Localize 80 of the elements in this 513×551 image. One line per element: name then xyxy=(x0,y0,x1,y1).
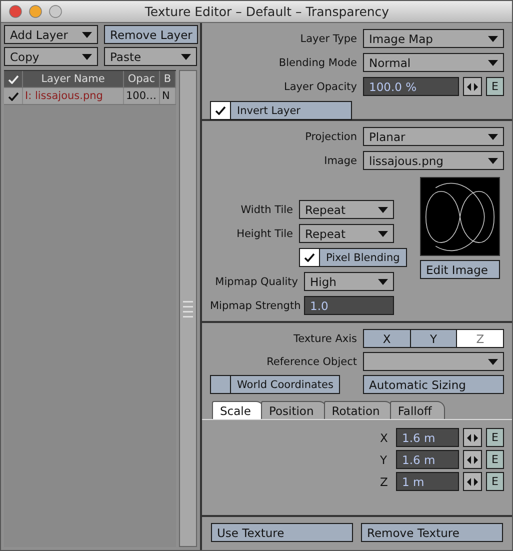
dropdown-arrow-icon xyxy=(488,134,498,140)
envelope-button[interactable]: E xyxy=(486,77,504,96)
axis-toggle[interactable]: X xyxy=(364,330,411,347)
field-label: Texture Axis xyxy=(292,332,357,344)
value-field[interactable]: 1.6 m xyxy=(396,428,459,447)
envelope-button[interactable]: E xyxy=(486,428,504,447)
field-label: Mipmap Strength xyxy=(210,300,298,312)
field-label: Projection xyxy=(304,130,357,142)
dropdown-field[interactable]: Repeat xyxy=(299,224,394,243)
axis-toggle[interactable]: Z xyxy=(457,330,504,347)
footer-button[interactable]: Remove Texture xyxy=(361,523,503,542)
value-field[interactable]: 1.6 m xyxy=(396,450,459,469)
dropdown-arrow-icon xyxy=(488,358,498,364)
field-label: Image xyxy=(323,154,357,166)
dropdown-arrow-icon xyxy=(488,60,498,66)
axis-toggle[interactable]: Y xyxy=(410,330,458,347)
value-field[interactable]: 100.0 % xyxy=(363,77,459,96)
dropdown-field[interactable]: lissajous.png xyxy=(363,151,504,170)
dropdown-arrow-icon xyxy=(82,32,92,38)
field-label: Mipmap Quality xyxy=(214,276,298,288)
field-label: Width Tile xyxy=(240,204,293,216)
axis-label: Y xyxy=(380,452,388,466)
close-button[interactable] xyxy=(9,5,22,18)
checkbox-button[interactable]: Pixel Blending xyxy=(299,248,407,267)
table-cell: 100… xyxy=(124,88,160,104)
envelope-button[interactable]: E xyxy=(486,472,504,491)
drag-arrows-icon[interactable] xyxy=(463,428,482,447)
dropdown-field[interactable]: High xyxy=(304,272,394,291)
checkbox-button[interactable]: World Coordinates xyxy=(210,375,340,394)
dropdown-arrow-icon xyxy=(488,36,498,42)
drag-arrows-icon[interactable] xyxy=(463,472,482,491)
checkbox-button[interactable]: Invert Layer xyxy=(210,101,352,120)
field-label: Reference Object xyxy=(266,356,357,368)
dropdown-arrow-icon xyxy=(488,158,498,164)
dropdown-field[interactable]: Repeat xyxy=(299,200,394,219)
zoom-button[interactable] xyxy=(49,5,62,18)
tab[interactable]: Falloff xyxy=(390,401,445,419)
automatic-sizing-button[interactable]: Automatic Sizing xyxy=(363,375,504,394)
dropdown-arrow-icon xyxy=(378,278,388,284)
footer-button[interactable]: Use Texture xyxy=(211,523,353,542)
grip-icon xyxy=(183,300,193,317)
column-header[interactable]: Opac xyxy=(124,71,160,87)
scrollbar[interactable] xyxy=(179,70,197,547)
dropdown-arrow-icon xyxy=(378,230,388,236)
envelope-button[interactable]: E xyxy=(486,450,504,469)
checkmark-icon xyxy=(8,92,18,100)
checkmark-icon xyxy=(304,253,315,262)
add-layer-dropdown[interactable]: Add Layer xyxy=(4,25,98,44)
minimize-button[interactable] xyxy=(29,5,42,18)
paste-dropdown[interactable]: Paste xyxy=(104,47,197,66)
field-label: Height Tile xyxy=(236,228,293,240)
table-cell: I: lissajous.png xyxy=(23,88,124,104)
dropdown-arrow-icon xyxy=(181,54,191,60)
tab[interactable]: Scale xyxy=(212,401,264,419)
value-field[interactable]: 1.0 xyxy=(304,296,394,315)
remove-layer-button[interactable]: Remove Layer xyxy=(104,25,198,44)
edit-image-button[interactable]: Edit Image xyxy=(420,260,500,279)
tab[interactable]: Rotation xyxy=(324,401,393,419)
dropdown-field[interactable] xyxy=(363,352,504,371)
dropdown-arrow-icon xyxy=(378,206,388,212)
field-label: Layer Opacity xyxy=(283,80,357,92)
dropdown-field[interactable]: Planar xyxy=(363,127,504,146)
dropdown-field[interactable]: Normal xyxy=(363,53,504,72)
checkmark-icon xyxy=(8,74,18,84)
axis-label: Z xyxy=(380,474,389,488)
copy-dropdown[interactable]: Copy xyxy=(4,47,98,66)
field-label: Blending Mode xyxy=(278,56,357,68)
dropdown-arrow-icon xyxy=(82,54,92,60)
window-title: Texture Editor – Default – Transparency xyxy=(144,4,390,19)
value-field[interactable]: 1 m xyxy=(396,472,459,491)
axis-label: X xyxy=(380,430,389,444)
dropdown-field[interactable]: Image Map xyxy=(363,29,504,48)
drag-arrows-icon[interactable] xyxy=(463,450,482,469)
column-header[interactable]: Layer Name xyxy=(23,71,124,87)
table-cell: N xyxy=(160,88,176,104)
field-label: Layer Type xyxy=(299,32,357,44)
checkmark-icon xyxy=(215,106,226,115)
column-header[interactable]: B xyxy=(160,71,176,87)
tab[interactable]: Position xyxy=(260,401,327,419)
drag-arrows-icon[interactable] xyxy=(463,77,482,96)
